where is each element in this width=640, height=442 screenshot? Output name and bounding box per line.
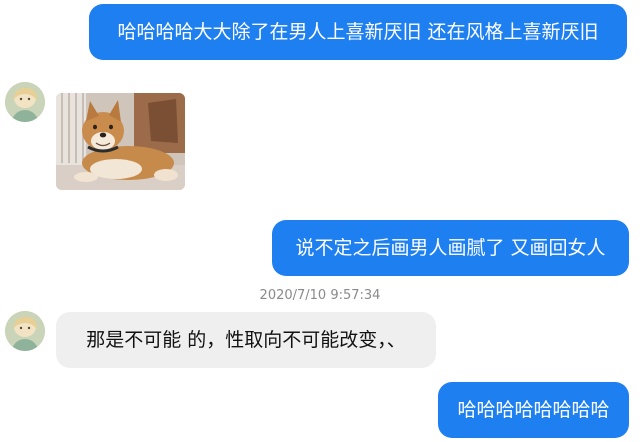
message-text: 哈哈哈哈哈哈哈哈 [457, 399, 610, 421]
message-text: 说不定之后画男人画腻了 又画回女人 [295, 237, 606, 259]
shared-photo-dog[interactable] [56, 93, 185, 190]
outgoing-message-bubble[interactable]: 哈哈哈哈哈哈哈哈 [438, 382, 629, 438]
message-text: 那是不可能 的，性取向不可能改变，、 [86, 329, 406, 351]
message-timestamp: 2020/7/10 9:57:34 [259, 288, 381, 303]
chat-window: 哈哈哈哈大大除了在男人上喜新厌旧 还在风格上喜新厌旧 说不定之后画男人画腻了 又… [0, 0, 640, 442]
message-text: 哈哈哈哈大大除了在男人上喜新厌旧 还在风格上喜新厌旧 [117, 21, 599, 43]
outgoing-message-bubble[interactable]: 说不定之后画男人画腻了 又画回女人 [272, 220, 629, 276]
incoming-message-bubble[interactable]: 那是不可能 的，性取向不可能改变，、 [56, 312, 436, 368]
contact-avatar[interactable] [5, 311, 45, 351]
outgoing-message-bubble[interactable]: 哈哈哈哈大大除了在男人上喜新厌旧 还在风格上喜新厌旧 [89, 4, 627, 60]
contact-avatar[interactable] [5, 82, 45, 122]
